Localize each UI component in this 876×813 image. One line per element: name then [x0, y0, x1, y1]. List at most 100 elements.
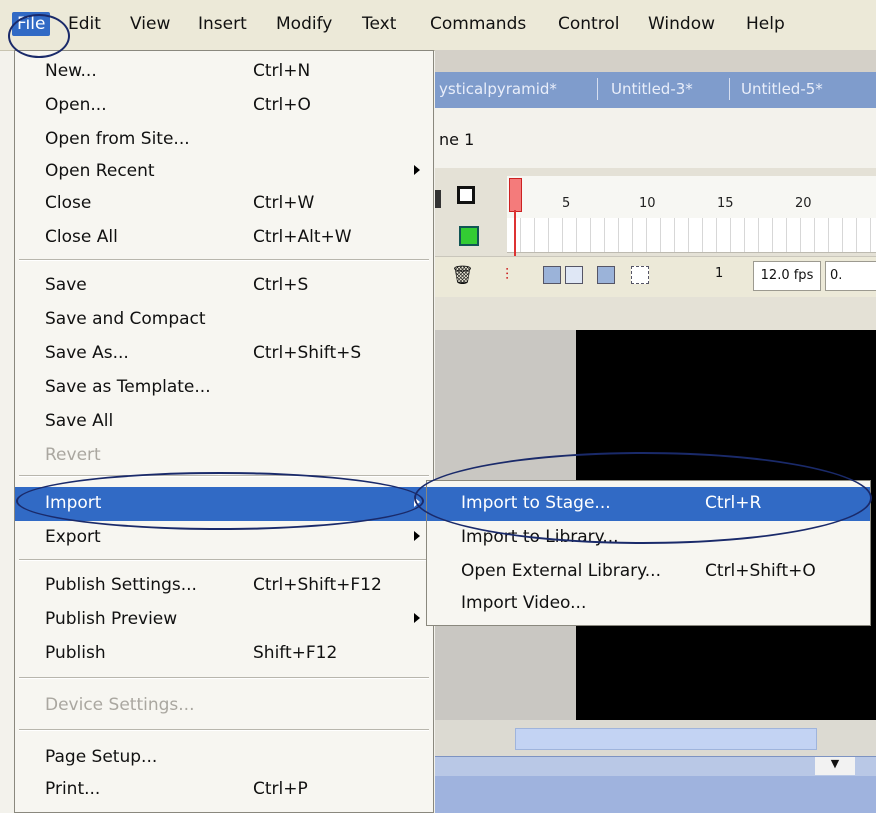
menu-item-label: Publish — [45, 643, 106, 663]
menu-item-shortcut: Shift+F12 — [253, 643, 338, 663]
file-menu: New... Ctrl+N Open... Ctrl+O Open from Sit… — [14, 50, 434, 813]
tab-divider — [729, 78, 730, 100]
menu-separator — [19, 475, 429, 477]
properties-strip — [435, 776, 876, 813]
menu-item-publish[interactable]: Publish Shift+F12 — [15, 637, 433, 671]
ruler-tick: 10 — [639, 196, 656, 211]
menu-item-label: Open Recent — [45, 161, 155, 181]
menu-bar: File Edit View Insert Modify Text Comman… — [0, 0, 876, 51]
menu-item-label: Save All — [45, 411, 114, 431]
edit-multiple-frames-icon[interactable] — [597, 266, 615, 284]
tab-document[interactable]: ysticalpyramid* — [439, 80, 557, 98]
menu-text[interactable]: Text — [362, 14, 396, 34]
timeline-panel: 1 5 10 15 20 🗑 ⫶ 1 12.0 fps 0. — [435, 168, 876, 330]
scene-bar: ne 1 — [435, 108, 876, 169]
submenu-item-import-video[interactable]: Import Video... — [427, 587, 870, 621]
menu-separator — [19, 729, 429, 731]
menu-item-new[interactable]: New... Ctrl+N — [15, 55, 433, 89]
timeline-controls: 🗑 ⫶ 1 12.0 fps 0. — [435, 256, 876, 297]
menu-help[interactable]: Help — [746, 14, 785, 34]
submenu-arrow-icon — [414, 165, 420, 175]
menu-item-open-from-site[interactable]: Open from Site... — [15, 123, 433, 157]
menu-insert[interactable]: Insert — [198, 14, 247, 34]
submenu-item-import-to-library[interactable]: Import to Library... — [427, 521, 870, 555]
menu-item-publish-preview[interactable]: Publish Preview — [15, 603, 433, 637]
menu-item-shortcut: Ctrl+Shift+O — [705, 561, 816, 581]
delete-layer-icon[interactable]: 🗑 — [451, 265, 474, 286]
menu-item-label: Save and Compact — [45, 309, 206, 329]
frame-ruler: 1 5 10 15 20 — [507, 176, 876, 219]
menu-item-label: Close — [45, 193, 92, 213]
playhead[interactable] — [509, 178, 522, 212]
menu-item-shortcut: Ctrl+R — [705, 493, 762, 513]
flash-workspace: ysticalpyramid* Untitled-3* Untitled-5* … — [435, 50, 876, 813]
menu-item-label: Save — [45, 275, 87, 295]
menu-item-save-all[interactable]: Save All — [15, 405, 433, 439]
menu-item-close[interactable]: Close Ctrl+W — [15, 187, 433, 221]
menu-item-open-recent[interactable]: Open Recent — [15, 155, 433, 189]
menu-item-export[interactable]: Export — [15, 521, 433, 555]
menu-item-label: Page Setup... — [45, 747, 158, 767]
menu-file[interactable]: File — [12, 12, 51, 36]
tab-document[interactable]: Untitled-5* — [741, 80, 823, 98]
submenu-item-open-external-library[interactable]: Open External Library... Ctrl+Shift+O — [427, 555, 870, 589]
scene-label[interactable]: ne 1 — [439, 130, 474, 149]
menu-item-label: Save As... — [45, 343, 129, 363]
modify-onion-markers-icon[interactable] — [631, 266, 649, 284]
menu-edit[interactable]: Edit — [68, 14, 101, 34]
layer-outline-icon[interactable] — [459, 226, 479, 246]
scrollbar-thumb[interactable] — [515, 728, 817, 750]
menu-item-save[interactable]: Save Ctrl+S — [15, 269, 433, 303]
menu-item-shortcut: Ctrl+Shift+S — [253, 343, 362, 363]
chevron-down-icon[interactable]: ▼ — [815, 757, 855, 775]
menu-item-print[interactable]: Print... Ctrl+P — [15, 773, 433, 807]
frame-grid[interactable] — [507, 218, 876, 253]
horizontal-scrollbar[interactable] — [435, 720, 876, 756]
menu-item-shortcut: Ctrl+Shift+F12 — [253, 575, 382, 595]
menu-item-label: Export — [45, 527, 101, 547]
menu-item-label: Revert — [45, 445, 101, 465]
menu-item-import[interactable]: Import — [15, 487, 433, 521]
menu-item-close-all[interactable]: Close All Ctrl+Alt+W — [15, 221, 433, 255]
menu-item-label: Import to Stage... — [461, 493, 611, 513]
menu-item-open[interactable]: Open... Ctrl+O — [15, 89, 433, 123]
menu-item-save-as[interactable]: Save As... Ctrl+Shift+S — [15, 337, 433, 371]
menu-separator — [19, 677, 429, 679]
menu-item-page-setup[interactable]: Page Setup... — [15, 741, 433, 775]
menu-item-save-as-template[interactable]: Save as Template... — [15, 371, 433, 405]
document-tabs: ysticalpyramid* Untitled-3* Untitled-5* — [435, 72, 876, 108]
menu-commands[interactable]: Commands — [430, 14, 526, 34]
menu-item-label: Device Settings... — [45, 695, 195, 715]
menu-separator — [19, 259, 429, 261]
submenu-arrow-icon — [414, 613, 420, 623]
menu-item-device-settings: Device Settings... — [15, 689, 433, 723]
menu-item-shortcut: Ctrl+Alt+W — [253, 227, 352, 247]
menu-item-label: Save as Template... — [45, 377, 211, 397]
frame-rate[interactable]: 12.0 fps — [753, 261, 821, 291]
menu-item-revert: Revert — [15, 439, 433, 473]
ruler-tick: 20 — [795, 196, 812, 211]
onion-skin-outline-icon[interactable] — [565, 266, 583, 284]
menu-item-publish-settings[interactable]: Publish Settings... Ctrl+Shift+F12 — [15, 569, 433, 603]
menu-item-label: Print... — [45, 779, 101, 799]
menu-separator — [19, 559, 429, 561]
submenu-arrow-icon — [414, 531, 420, 541]
menu-item-label: Open External Library... — [461, 561, 661, 581]
menu-item-shortcut: Ctrl+P — [253, 779, 308, 799]
lock-icon[interactable] — [435, 190, 441, 208]
elapsed-time: 0. — [825, 261, 876, 291]
menu-item-label: Import — [45, 493, 102, 513]
menu-view[interactable]: View — [130, 14, 170, 34]
menu-control[interactable]: Control — [558, 14, 619, 34]
outline-icon[interactable] — [457, 186, 475, 204]
menu-item-shortcut: Ctrl+S — [253, 275, 309, 295]
tab-document[interactable]: Untitled-3* — [611, 80, 693, 98]
onion-skin-icon[interactable] — [543, 266, 561, 284]
menu-item-save-and-compact[interactable]: Save and Compact — [15, 303, 433, 337]
submenu-item-import-to-stage[interactable]: Import to Stage... Ctrl+R — [427, 487, 870, 521]
center-frame-icon[interactable]: ⫶ — [505, 265, 509, 285]
menu-item-label: Publish Preview — [45, 609, 178, 629]
menu-modify[interactable]: Modify — [276, 14, 332, 34]
menu-window[interactable]: Window — [648, 14, 715, 34]
submenu-arrow-icon — [414, 497, 420, 507]
